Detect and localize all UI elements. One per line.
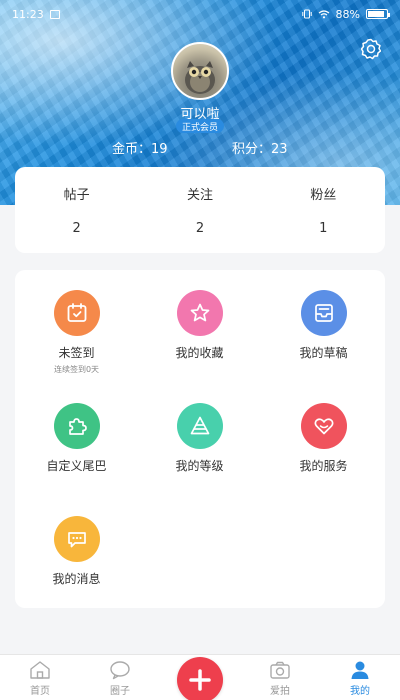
owl-avatar-image [185,61,215,94]
level-pyramid-icon [190,416,209,435]
menu-icon-bg [300,290,347,336]
battery-percentage: 88% [335,7,360,21]
stats-card: 帖子 2 关注 2 粉丝 1 [15,167,385,253]
menu-label: 未签到 [58,346,95,360]
menu-item-level[interactable]: 我的等级 [138,403,261,474]
stat-label: 帖子 [63,188,90,203]
gear-icon [360,38,382,60]
menu-item-favorites[interactable]: 我的收藏 [138,290,261,361]
coins-count: 金币：19 [112,142,168,157]
tab-home[interactable]: 首页 [0,655,80,700]
menu-label: 我的草稿 [299,346,348,360]
vibrate-icon [301,9,312,19]
stat-followers[interactable]: 粉丝 1 [262,167,385,253]
avatar[interactable] [171,42,229,100]
message-icon [67,532,86,548]
tab-aipai[interactable]: 爱拍 [240,655,320,700]
tab-label: 圈子 [110,686,130,697]
circle-chat-icon [110,661,130,680]
menu-icon-bg [53,403,100,449]
menu-icon-bg [176,403,223,449]
person-icon [351,661,369,679]
heart-icon [314,418,333,435]
menu-label: 我的等级 [175,459,224,473]
stat-value: 2 [195,221,205,236]
menu-icon-bg [300,403,347,449]
menu-label: 自定义尾巴 [46,459,107,473]
menu-grid-card: 未签到 连续签到0天 我的收藏 我的草稿 自定义尾巴 我的等级 我的服务 我的消… [15,270,385,608]
menu-label: 我的收藏 [175,346,224,360]
menu-item-check-in[interactable]: 未签到 连续签到0天 [15,290,138,375]
points-count: 积分：23 [232,142,288,157]
tab-mine[interactable]: 我的 [320,655,400,700]
stat-value: 1 [319,221,328,236]
stat-label: 关注 [186,188,213,203]
menu-item-services[interactable]: 我的服务 [262,403,385,474]
menu-item-custom-tail[interactable]: 自定义尾巴 [15,403,138,474]
menu-label: 我的服务 [299,459,348,473]
tab-label: 首页 [30,686,50,697]
battery-icon [366,9,390,19]
check-in-streak: 连续签到0天 [53,365,100,374]
tab-label: 我的 [350,686,370,697]
stat-label: 粉丝 [310,188,337,203]
stat-posts[interactable]: 帖子 2 [15,167,138,253]
stat-following[interactable]: 关注 2 [138,167,261,253]
tab-label: 爱拍 [270,686,290,697]
puzzle-icon [68,418,87,435]
drafts-box-icon [314,304,333,322]
battery-level-fill [368,11,384,17]
status-bar: 11:23 88% [0,0,400,28]
tab-circle[interactable]: 圈子 [80,655,160,700]
home-icon [30,661,50,679]
calendar-check-icon [67,303,86,322]
stat-value: 2 [72,221,81,236]
star-icon [190,303,209,322]
wifi-icon [318,10,329,19]
menu-icon-bg [176,290,223,336]
plus-icon [189,669,211,691]
menu-icon-bg [53,516,100,562]
menu-icon-bg [53,290,100,336]
camera-icon [270,661,290,679]
post-button[interactable] [177,657,223,700]
status-time: 11:23 [12,7,44,21]
menu-item-messages[interactable]: 我的消息 [15,516,138,587]
menu-label: 我的消息 [52,572,101,586]
screenshot-icon [49,9,60,19]
menu-item-drafts[interactable]: 我的草稿 [262,290,385,361]
settings-button[interactable] [358,36,384,62]
member-badge: 正式会员 [176,119,224,133]
